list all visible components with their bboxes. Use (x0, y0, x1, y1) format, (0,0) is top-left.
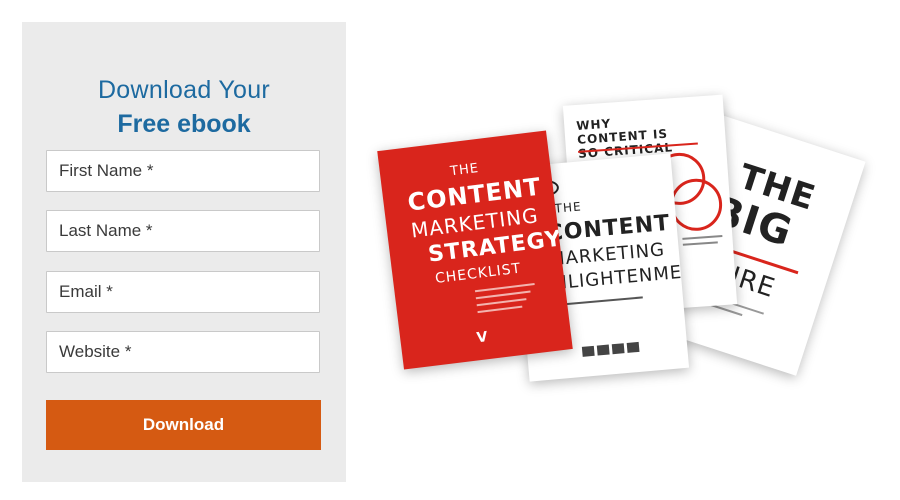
download-button[interactable]: Download (46, 400, 321, 450)
email-field[interactable] (46, 271, 320, 313)
heading-line-1: Download Your (97, 76, 271, 104)
first-name-input[interactable] (47, 151, 319, 191)
ebook-illustration: THE BIG CTURE WHY CONTENT IS SO CRITICAL… (370, 90, 890, 410)
form-heading: Download Your Free ebook (22, 74, 346, 142)
ebook-cover: THE CONTENT MARKETING STRATEGY CHECKLIST… (377, 130, 573, 370)
signup-panel: Download Your Free ebook Download (22, 22, 346, 482)
heading-line-2: Free ebook (117, 110, 251, 138)
last-name-input[interactable] (47, 211, 319, 251)
email-input[interactable] (47, 272, 319, 312)
website-field[interactable] (46, 331, 320, 373)
website-input[interactable] (47, 332, 319, 372)
first-name-field[interactable] (46, 150, 320, 192)
last-name-field[interactable] (46, 210, 320, 252)
